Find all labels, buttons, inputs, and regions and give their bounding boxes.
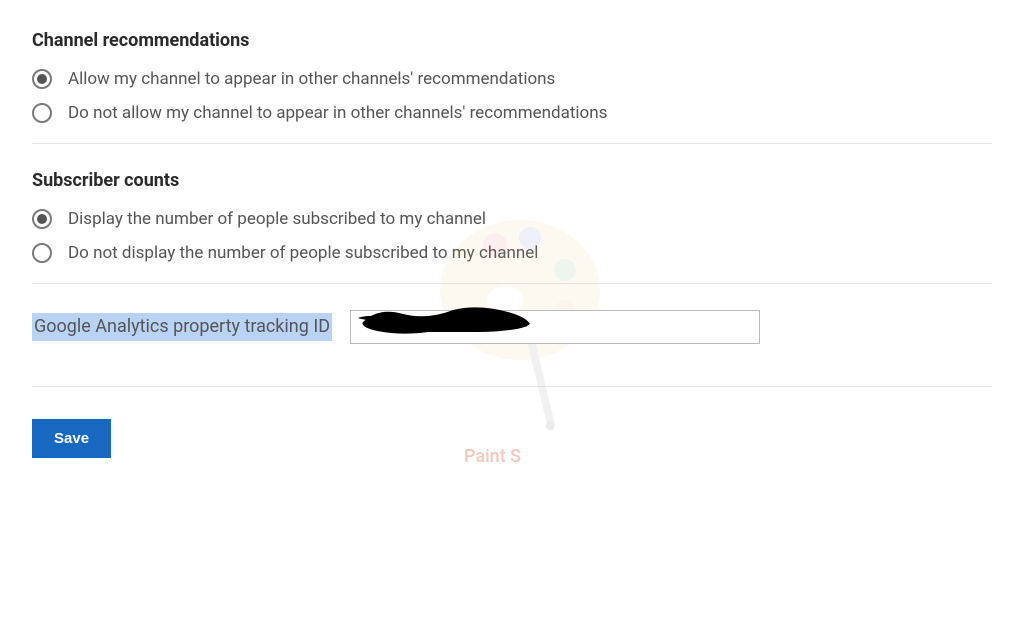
subscriber-option-display[interactable]: Display the number of people subscribed …	[32, 209, 992, 229]
divider	[32, 143, 992, 144]
channel-recommendations-title: Channel recommendations	[32, 30, 992, 51]
channel-recommendations-section: Channel recommendations Allow my channel…	[32, 30, 992, 123]
ga-input-wrapper	[350, 310, 760, 344]
radio-icon[interactable]	[32, 103, 52, 123]
divider	[32, 386, 992, 387]
radio-icon[interactable]	[32, 209, 52, 229]
divider	[32, 283, 992, 284]
google-analytics-row: Google Analytics property tracking ID	[32, 310, 992, 344]
recommendations-option-allow[interactable]: Allow my channel to appear in other chan…	[32, 69, 992, 89]
radio-label: Do not display the number of people subs…	[68, 243, 538, 263]
radio-icon[interactable]	[32, 243, 52, 263]
radio-label: Do not allow my channel to appear in oth…	[68, 103, 607, 123]
ga-tracking-id-input[interactable]	[350, 310, 760, 344]
recommendations-option-disallow[interactable]: Do not allow my channel to appear in oth…	[32, 103, 992, 123]
watermark-text: Paint S	[464, 446, 521, 467]
subscriber-counts-title: Subscriber counts	[32, 170, 992, 191]
subscriber-counts-section: Subscriber counts Display the number of …	[32, 170, 992, 263]
ga-tracking-id-label: Google Analytics property tracking ID	[32, 313, 332, 340]
subscriber-option-hide[interactable]: Do not display the number of people subs…	[32, 243, 992, 263]
radio-icon[interactable]	[32, 69, 52, 89]
save-button[interactable]: Save	[32, 419, 111, 458]
radio-label: Display the number of people subscribed …	[68, 209, 486, 229]
radio-label: Allow my channel to appear in other chan…	[68, 69, 555, 89]
